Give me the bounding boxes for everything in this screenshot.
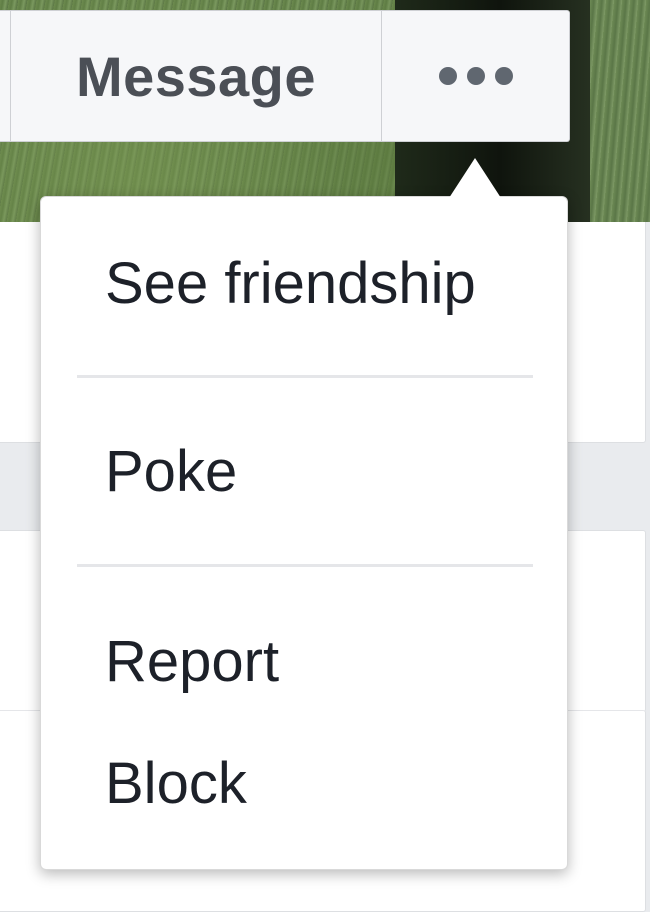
menu-separator xyxy=(77,564,533,567)
menu-item-poke[interactable]: Poke xyxy=(105,443,237,501)
cover-photo-edge xyxy=(590,0,650,222)
dropdown-caret xyxy=(449,158,501,198)
more-options-dropdown: See friendship Poke Report Block xyxy=(40,196,568,870)
previous-action-button[interactable] xyxy=(0,10,10,142)
menu-separator xyxy=(77,375,533,378)
message-button[interactable]: Message xyxy=(10,10,382,142)
message-button-label: Message xyxy=(75,44,317,108)
menu-item-report[interactable]: Report xyxy=(105,633,279,691)
menu-item-block[interactable]: Block xyxy=(105,755,247,813)
more-options-button[interactable] xyxy=(382,10,570,142)
menu-item-see-friendship[interactable]: See friendship xyxy=(105,255,476,313)
ellipsis-icon xyxy=(438,67,513,85)
profile-action-bar: Message xyxy=(0,10,570,142)
